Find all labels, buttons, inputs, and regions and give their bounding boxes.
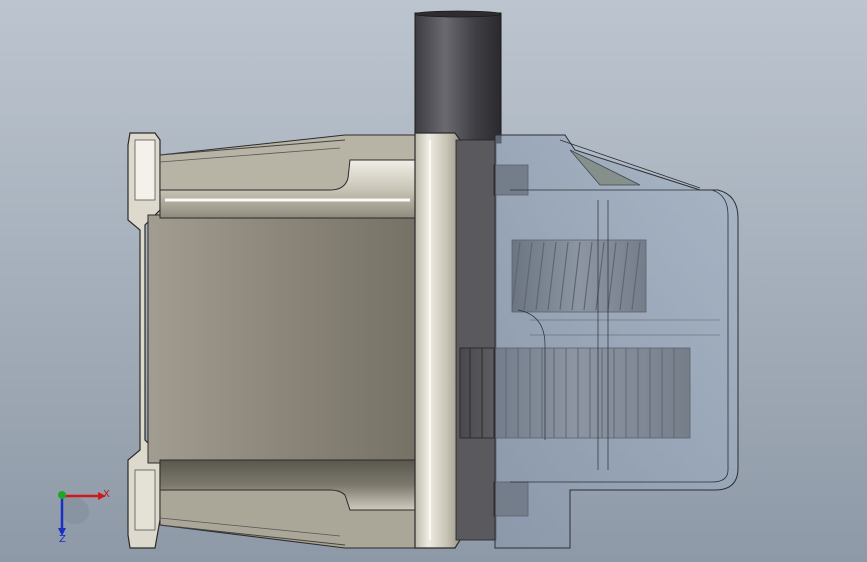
transparent-gear-cover[interactable]	[494, 134, 739, 549]
cad-viewport[interactable]: X Z	[0, 0, 867, 562]
output-shaft[interactable]	[414, 10, 502, 144]
inner-shaft-section	[455, 139, 497, 541]
triad-y-axis-icon	[58, 491, 66, 499]
mounting-flange[interactable]	[414, 132, 461, 549]
triad-z-label: Z	[59, 534, 66, 545]
triad-x-label: X	[103, 489, 110, 500]
gear-housing-body[interactable]	[147, 214, 419, 464]
